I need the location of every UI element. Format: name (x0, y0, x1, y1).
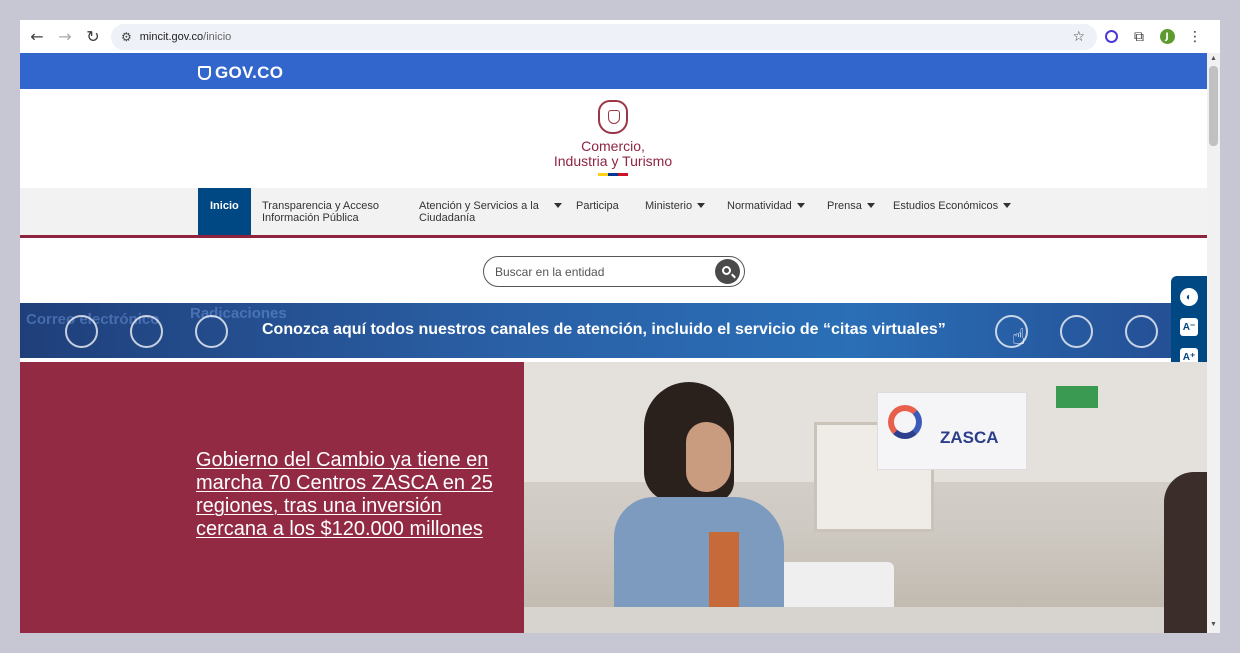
extension-icon[interactable] (1097, 30, 1125, 43)
url-text[interactable]: mincit.gov.co/inicio (140, 31, 232, 43)
chevron-down-icon (796, 203, 805, 208)
ministry-brand: Comercio, Industria y Turismo (20, 89, 1207, 188)
ministry-name[interactable]: Comercio, Industria y Turismo (513, 139, 713, 169)
page-viewport: GOV.CO Comercio, Industria y Turismo Ini… (20, 53, 1207, 633)
main-navigation: Inicio Transparencia y Acceso Informació… (20, 188, 1207, 238)
scroll-down-arrow-icon[interactable]: ▼ (1210, 621, 1217, 628)
menu-kebab-icon[interactable]: ⋮ (1181, 29, 1209, 45)
browser-toolbar: ← → ↻ ⚙ mincit.gov.co/inicio ☆ ⧉ J ⋮ (20, 20, 1220, 53)
photo-face (686, 422, 731, 492)
nav-item-participa[interactable]: Participa (576, 188, 619, 235)
zasca-logo (888, 405, 922, 439)
nav-label: Ministerio (645, 200, 693, 212)
banner-circle (130, 315, 163, 348)
back-arrow-icon[interactable]: ← (23, 23, 51, 51)
photo-person-edge (1164, 472, 1207, 633)
search-icon (722, 266, 731, 275)
bookmark-star-icon[interactable]: ☆ (1072, 29, 1085, 45)
nav-label: Prensa (827, 200, 862, 212)
nav-item-prensa[interactable]: Prensa (827, 188, 875, 235)
banner-circle (195, 315, 228, 348)
nav-item-inicio[interactable]: Inicio (198, 188, 251, 235)
service-channels-banner[interactable]: Correo electrónico Radicaciones Conozca … (20, 303, 1207, 358)
gov-logo-text: GOV.CO (215, 63, 284, 82)
zasca-sign-text: ZASCA (940, 428, 999, 447)
featured-news-link[interactable]: Gobierno del Cambio ya tiene en marcha 7… (196, 449, 496, 541)
exit-sign (1056, 386, 1098, 408)
scroll-up-arrow-icon[interactable]: ▲ (1210, 55, 1217, 62)
forward-arrow-icon[interactable]: → (51, 23, 79, 51)
url-host: mincit.gov.co (139, 30, 204, 43)
nav-label: Inicio (210, 200, 239, 212)
scrollbar-thumb[interactable] (1209, 66, 1218, 146)
photo-table (524, 607, 1207, 633)
pointer-hand-icon: ☝ (1012, 325, 1026, 350)
photo-person (604, 382, 794, 633)
address-bar[interactable]: ⚙ mincit.gov.co/inicio ☆ (111, 23, 1097, 50)
profile-avatar[interactable]: J (1153, 29, 1181, 44)
flag-stripe (598, 173, 628, 176)
banner-circle (1125, 315, 1158, 348)
page-scrollbar[interactable]: ▲ ▼ (1207, 53, 1220, 633)
banner-circle (65, 315, 98, 348)
nav-label: Normatividad (727, 200, 792, 212)
ministry-name-line1: Comercio, (581, 138, 645, 154)
banner-circle (1060, 315, 1093, 348)
search-box (483, 256, 745, 287)
featured-news-photo[interactable]: ZASCA (524, 362, 1207, 633)
url-path: /inicio (203, 30, 232, 43)
nav-item-atencion[interactable]: Atención y Servicios a la Ciudadanía (419, 188, 569, 235)
decrease-text-button[interactable]: A⁻ (1180, 318, 1198, 336)
chevron-down-icon (1003, 203, 1012, 208)
contrast-icon[interactable]: ◐ (1180, 288, 1198, 306)
nav-label: Participa (576, 200, 619, 212)
colombia-crest-icon[interactable] (598, 100, 628, 134)
extensions-puzzle-icon[interactable]: ⧉ (1125, 29, 1153, 45)
gov-header-bar: GOV.CO (20, 53, 1207, 89)
search-button[interactable] (715, 259, 740, 284)
featured-news-panel: Gobierno del Cambio ya tiene en marcha 7… (20, 362, 524, 633)
search-input[interactable] (495, 263, 705, 280)
ministry-name-line2: Industria y Turismo (553, 153, 673, 169)
chevron-down-icon (866, 203, 875, 208)
nav-label: Estudios Económicos (893, 200, 999, 212)
browser-window: ← → ↻ ⚙ mincit.gov.co/inicio ☆ ⧉ J ⋮ GOV… (20, 20, 1220, 633)
zasca-sign: ZASCA (877, 392, 1027, 470)
nav-item-normatividad[interactable]: Normatividad (727, 188, 805, 235)
nav-item-transparencia[interactable]: Transparencia y Acceso Información Públi… (262, 188, 402, 235)
chevron-down-icon (554, 203, 562, 208)
nav-label: Atención y Servicios a la Ciudadanía (419, 200, 539, 224)
nav-item-ministerio[interactable]: Ministerio (645, 188, 706, 235)
nav-item-estudios[interactable]: Estudios Económicos (893, 188, 1012, 235)
banner-text: Conozca aquí todos nuestros canales de a… (262, 321, 946, 338)
gov-shield-icon (198, 66, 211, 80)
profile-initial: J (1159, 29, 1175, 44)
gov-co-logo[interactable]: GOV.CO (198, 63, 283, 83)
site-settings-icon[interactable]: ⚙ (121, 30, 132, 44)
nav-label: Transparencia y Acceso Información Públi… (262, 200, 379, 224)
reload-icon[interactable]: ↻ (79, 23, 107, 51)
chevron-down-icon (697, 203, 706, 208)
